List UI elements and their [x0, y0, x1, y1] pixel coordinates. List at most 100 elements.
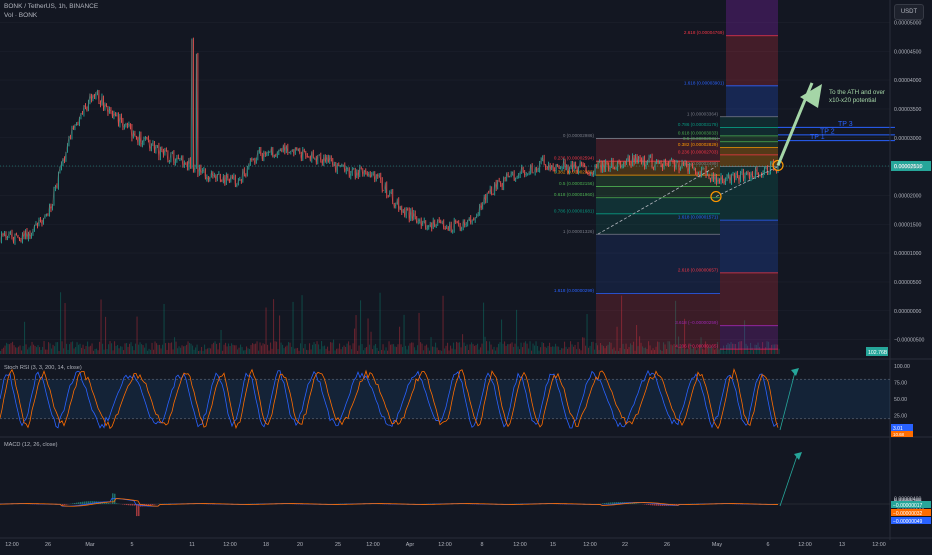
fib-right-band [726, 86, 778, 117]
volume-bar [201, 347, 202, 354]
volume-bar [587, 314, 588, 354]
volume-bar [350, 345, 351, 354]
fib-mid-label: 0.236 (0.00002703) [678, 149, 719, 154]
volume-bar [450, 346, 451, 354]
fib-left-label: 0.786 (0.00001681) [554, 208, 595, 213]
price-chart[interactable]: 0 (0.00002986)0.236 (0.00002594)0.382 (0… [0, 0, 932, 550]
volume-bar [144, 348, 145, 354]
volume-bar [381, 350, 382, 354]
volume-bar [207, 349, 208, 354]
volume-bar [333, 340, 334, 354]
volume-bar [390, 345, 391, 354]
volume-bar [570, 341, 571, 354]
macd-hist-bar [62, 504, 64, 505]
volume-bar [284, 348, 285, 354]
volume-bar [300, 343, 301, 354]
volume-bar [279, 315, 280, 354]
volume-bar [408, 346, 409, 354]
volume-bar [437, 348, 438, 354]
volume-bar [725, 351, 726, 354]
volume-bar [303, 348, 304, 354]
macd-hist-bar [66, 504, 68, 505]
currency-button[interactable]: USDT [894, 4, 924, 20]
volume-bar [86, 346, 87, 354]
volume-bar [528, 348, 529, 354]
volume-bar [57, 342, 58, 354]
volume-bar [593, 342, 594, 354]
volume-bar [434, 347, 435, 354]
volume-bar [435, 343, 436, 354]
volume-bar [173, 349, 174, 354]
volume-bar [222, 351, 223, 354]
volume-bar [96, 349, 97, 354]
volume-bar [575, 345, 576, 354]
time-tick: 22 [622, 542, 628, 548]
volume-bar [522, 347, 523, 354]
macd-hist-bar [78, 502, 80, 504]
macd-hist-bar [602, 503, 604, 504]
price-tick: 0.00001000 [894, 251, 922, 257]
price-tick: 0.00000000 [894, 309, 922, 315]
volume-bar [551, 347, 552, 354]
volume-bar [108, 344, 109, 354]
volume-bar [588, 348, 589, 354]
macd-hist-bar [114, 494, 116, 504]
volume-bar [30, 346, 31, 354]
volume-bar [737, 349, 738, 354]
macd-hist-bar [108, 503, 110, 504]
volume-bar [474, 346, 475, 354]
volume-bar [479, 350, 480, 354]
fib-mid-label: 3.618 (−0.00000259) [675, 320, 718, 325]
chart-root[interactable]: 0 (0.00002986)0.236 (0.00002594)0.382 (0… [0, 0, 932, 550]
volume-bar [143, 345, 144, 354]
volume-bar [494, 347, 495, 354]
fib-left-label: 0 (0.00002986) [563, 133, 595, 138]
volume-bar [401, 344, 402, 354]
volume-bar [125, 343, 126, 354]
volume-bar [561, 348, 562, 354]
volume-bar [195, 347, 196, 354]
volume-bar [266, 308, 267, 354]
volume-bar [102, 344, 103, 354]
volume-bar [485, 337, 486, 354]
volume-bar [189, 343, 190, 354]
volume-bar [521, 343, 522, 354]
volume-bar [80, 344, 81, 354]
volume-bar [395, 347, 396, 354]
volume-bar [231, 343, 232, 354]
volume-bar [159, 345, 160, 354]
fib-mid-label: 1.618 (0.00001571) [678, 215, 719, 220]
stoch-tick: 100.00 [894, 364, 910, 370]
volume-bar [218, 349, 219, 354]
volume-bar [456, 342, 457, 354]
volume-bar [293, 302, 294, 354]
volume-bar [374, 345, 375, 354]
volume-bar [83, 345, 84, 354]
volume-bar [95, 349, 96, 354]
volume-bar [297, 348, 298, 354]
volume-bar [317, 341, 318, 354]
fib-left-label: 1 (0.00001326) [563, 229, 595, 234]
volume-bar [377, 348, 378, 354]
volume-bar [722, 349, 723, 354]
volume-bar [191, 344, 192, 354]
volume-bar [105, 317, 106, 354]
time-tick: Mar [85, 542, 94, 548]
volume-bar [236, 345, 237, 354]
volume-bar [6, 343, 7, 354]
volume-bar [507, 344, 508, 354]
volume-bar [323, 346, 324, 354]
volume-bar [387, 351, 388, 354]
volume-bar [594, 350, 595, 354]
fib-left-band [596, 234, 720, 293]
volume-bar [99, 342, 100, 354]
time-tick: May [712, 542, 722, 548]
volume-bar [212, 344, 213, 354]
volume-bar [158, 345, 159, 354]
volume-bar [585, 346, 586, 354]
volume-bar [572, 344, 573, 354]
volume-bar [405, 346, 406, 354]
volume-bar [248, 348, 249, 354]
volume-bar [362, 344, 363, 354]
volume-bar [527, 344, 528, 354]
